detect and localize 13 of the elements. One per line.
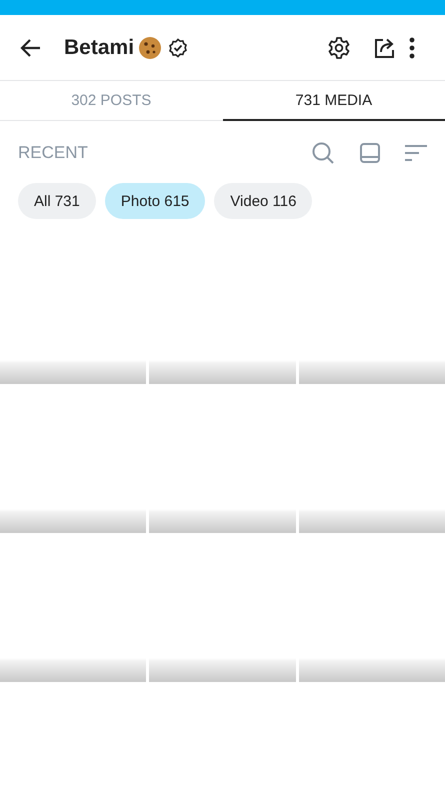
sort-icon[interactable] [405, 144, 427, 162]
back-icon[interactable] [20, 38, 42, 58]
more-icon[interactable] [409, 36, 415, 58]
cookie-icon [138, 36, 162, 60]
filter-chip[interactable]: Video 116 [214, 183, 312, 219]
filter-chip[interactable]: Photo 615 [104, 183, 206, 219]
filter-chip[interactable]: All 731 [18, 183, 96, 219]
tab[interactable]: 731 MEDIA [222, 81, 445, 121]
settings-icon[interactable] [327, 36, 351, 60]
search-icon[interactable] [311, 141, 335, 165]
section-title: RECENT [18, 143, 88, 163]
profile-name: Betami [64, 36, 134, 60]
layout-icon[interactable] [359, 142, 381, 164]
